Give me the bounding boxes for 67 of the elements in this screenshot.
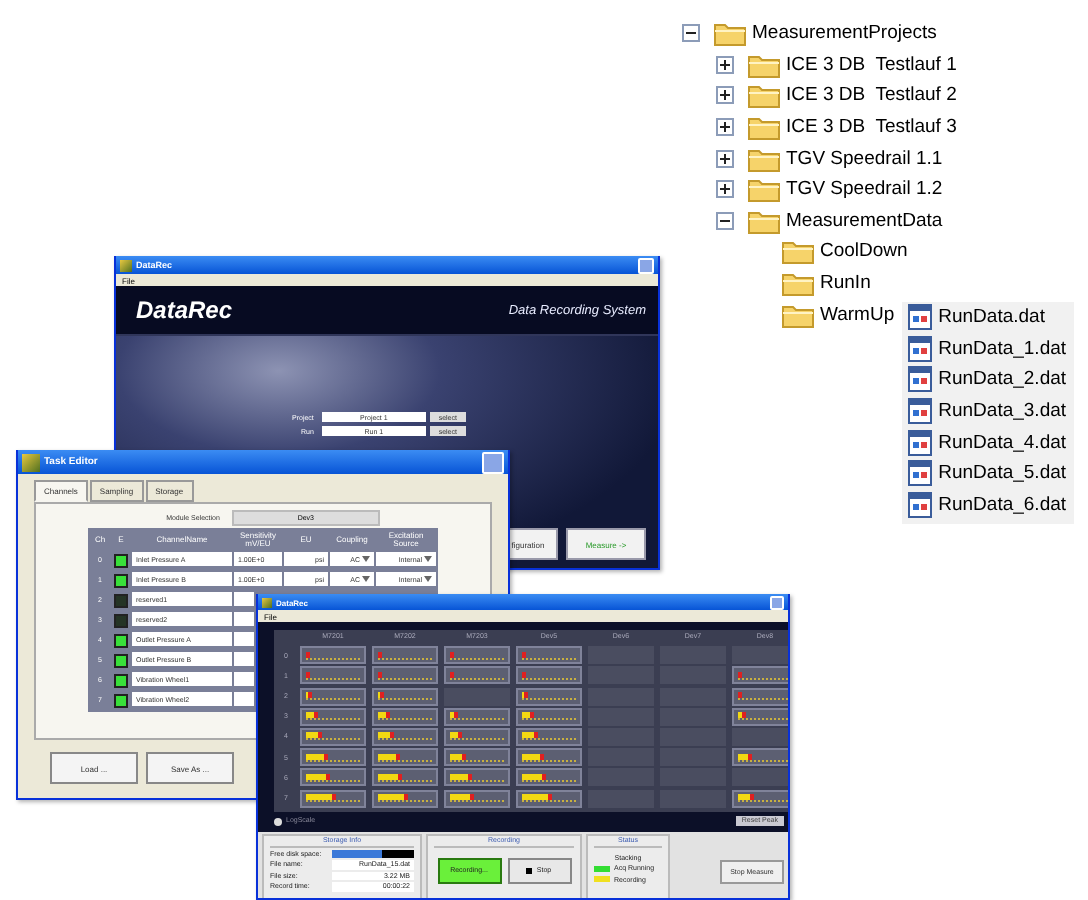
empty-slot: [444, 687, 510, 706]
listing-entry[interactable]: RunData_4.dat: [938, 431, 1067, 454]
tree-item[interactable]: MeasurementProjects: [752, 22, 937, 45]
file-icon: [908, 429, 933, 456]
table-cell[interactable]: [234, 672, 254, 686]
listing-entry[interactable]: RunData_1.dat: [938, 337, 1067, 360]
folder-icon: [748, 51, 780, 78]
stop-icon: [526, 867, 533, 873]
expand-icon[interactable]: [716, 55, 734, 74]
listing-entry[interactable]: RunData_2.dat: [938, 368, 1067, 391]
listing-entry[interactable]: RunData_5.dat: [938, 462, 1067, 485]
folder-icon: [748, 145, 780, 172]
tree-item[interactable]: RunIn: [820, 272, 871, 295]
listing-entry[interactable]: RunData_3.dat: [938, 400, 1067, 423]
file-icon: [908, 460, 933, 487]
enabled-indicator[interactable]: [114, 694, 128, 708]
expand-icon[interactable]: [716, 86, 734, 105]
folder-icon: [782, 270, 814, 297]
file-icon: [908, 398, 933, 425]
table-cell[interactable]: [234, 652, 254, 666]
table-cell[interactable]: [234, 632, 254, 646]
dropdown-arrow-icon[interactable]: [362, 576, 370, 582]
expand-icon[interactable]: [716, 118, 734, 137]
folder-icon: [782, 301, 814, 328]
empty-slot: [732, 727, 788, 746]
table-cell[interactable]: [234, 692, 254, 706]
tree-item[interactable]: TGV Speedrail 1.1: [786, 147, 943, 170]
empty-slot: [732, 646, 788, 665]
dropdown-arrow-icon[interactable]: [362, 556, 370, 562]
enabled-indicator[interactable]: [114, 654, 128, 668]
file-icon: [908, 492, 933, 519]
dropdown-arrow-icon[interactable]: [424, 556, 432, 562]
empty-slot: [732, 768, 788, 787]
checkbox[interactable]: [274, 817, 282, 825]
expand-icon[interactable]: [716, 149, 734, 168]
folder-icon: [748, 114, 780, 141]
app-icon: [262, 597, 272, 607]
collapse-icon[interactable]: [716, 211, 734, 230]
app-icon: [22, 453, 40, 471]
tree-item[interactable]: ICE 3 DB Testlauf 3: [786, 116, 957, 139]
table-cell[interactable]: [234, 612, 254, 626]
enabled-indicator[interactable]: [114, 674, 128, 688]
enabled-indicator[interactable]: [114, 554, 128, 568]
folder-icon: [714, 20, 746, 47]
table-cell[interactable]: [234, 592, 254, 606]
file-icon: [908, 366, 933, 393]
file-icon: [908, 335, 933, 362]
folder-icon: [748, 82, 780, 109]
app-icon: [120, 259, 132, 271]
tree-item[interactable]: ICE 3 DB Testlauf 2: [786, 84, 957, 107]
enabled-indicator[interactable]: [114, 574, 128, 588]
tree-item[interactable]: CoolDown: [820, 240, 908, 263]
logo: DataRec: [136, 296, 233, 324]
dropdown-arrow-icon[interactable]: [424, 576, 432, 582]
listing-entry[interactable]: RunData_6.dat: [938, 494, 1067, 517]
file-icon: [908, 303, 933, 330]
tree-item[interactable]: TGV Speedrail 1.2: [786, 178, 943, 201]
enabled-indicator[interactable]: [114, 634, 128, 648]
folder-icon: [748, 176, 780, 203]
folder-icon: [782, 238, 814, 265]
collapse-icon[interactable]: [682, 24, 700, 43]
tree-item[interactable]: MeasurementData: [786, 209, 943, 232]
expand-icon[interactable]: [716, 180, 734, 199]
tree-item[interactable]: WarmUp: [820, 303, 895, 326]
tree-item[interactable]: ICE 3 DB Testlauf 1: [786, 53, 957, 76]
folder-icon: [748, 207, 780, 234]
listing-entry[interactable]: RunData.dat: [938, 305, 1045, 328]
